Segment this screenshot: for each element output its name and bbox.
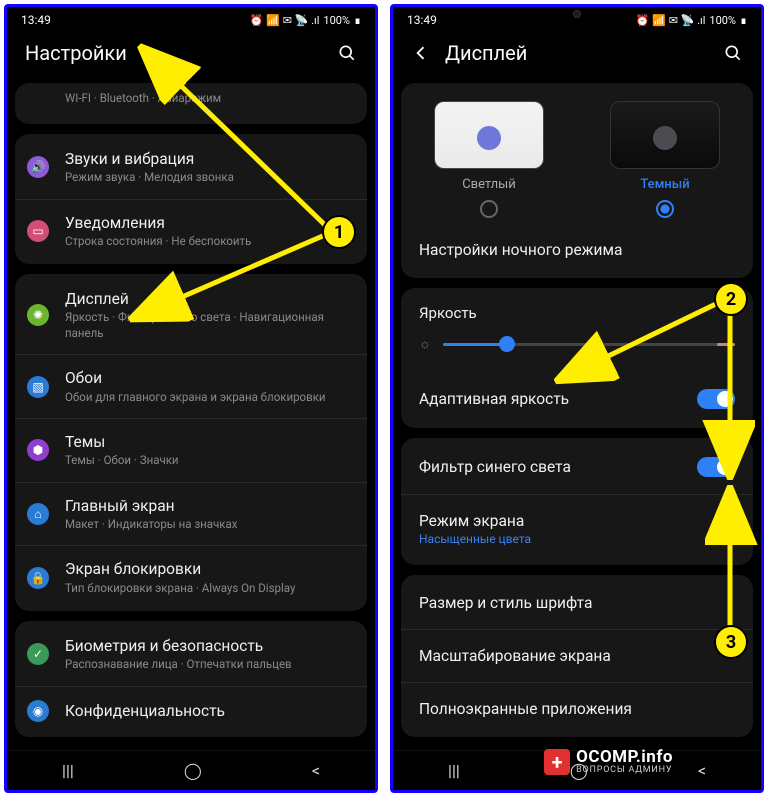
theme-selector: Светлый Темный [401, 85, 753, 224]
item-title: Обои [65, 368, 351, 388]
android-nav-bar: ||| ◯ < [7, 750, 375, 790]
toggle-on-icon[interactable] [697, 457, 735, 477]
phone-display: 13:49 ⏰ 📶 ✉ 📡 .ıl 100% ∎ Дисплей Све [390, 4, 764, 793]
item-title: Биометрия и безопасность [65, 636, 351, 656]
row-title: Настройки ночного режима [419, 241, 735, 259]
item-title: Главный экран [65, 496, 351, 516]
theme-light-option[interactable]: Светлый [411, 101, 567, 218]
item-title: Экран блокировки [65, 559, 351, 579]
status-indicators: ⏰ 📶 ✉ 📡 .ıl 100% ∎ [250, 14, 361, 27]
item-title: Звуки и вибрация [65, 149, 351, 169]
sound-icon: 🔊 [27, 156, 49, 178]
row-sub: Насыщенные цвета [419, 532, 735, 546]
plus-icon: + [544, 749, 570, 775]
home-button[interactable]: ◯ [184, 761, 202, 780]
row-title: Фильтр синего света [419, 458, 571, 476]
notifications-icon: ▭ [27, 220, 49, 242]
theme-dark-label: Темный [640, 177, 689, 192]
watermark: + OCOMP.info ВОПРОСЫ АДМИНУ [544, 749, 673, 775]
item-sub: Распознавание лица · Отпечатки пальцев [65, 657, 351, 673]
row-title: Масштабирование экрана [419, 647, 735, 665]
camera-notch [573, 10, 581, 18]
annotation-badge-2: 2 [714, 282, 748, 316]
annotation-badge-1: 1 [322, 215, 356, 249]
item-sub: Темы · Обои · Значки [65, 453, 351, 469]
status-time: 13:49 [21, 13, 51, 27]
status-time: 13:49 [407, 13, 437, 27]
privacy-icon: ◉ [27, 700, 49, 722]
item-title: Конфиденциальность [65, 701, 351, 721]
back-button[interactable]: < [698, 761, 706, 780]
theme-dark-option[interactable]: Темный [587, 101, 743, 218]
list-item-sounds[interactable]: 🔊 Звуки и вибрация Режим звука · Мелодия… [15, 136, 367, 200]
display-icon: ✺ [27, 304, 49, 326]
row-screen-zoom[interactable]: Масштабирование экрана [401, 630, 753, 683]
row-night-mode[interactable]: Настройки ночного режима [401, 224, 753, 276]
watermark-brand: OCOMP [576, 747, 636, 767]
watermark-suffix: .info [636, 747, 673, 767]
status-bar: 13:49 ⏰ 📶 ✉ 📡 .ıl 100% ∎ [7, 7, 375, 31]
watermark-sub: ВОПРОСЫ АДМИНУ [576, 766, 673, 775]
item-title: Темы [65, 432, 351, 452]
search-icon[interactable] [723, 43, 743, 63]
lock-icon: 🔒 [27, 567, 49, 589]
row-title: Адаптивная яркость [419, 390, 569, 408]
list-item-themes[interactable]: ⬢ Темы Темы · Обои · Значки [15, 419, 367, 483]
themes-icon: ⬢ [27, 439, 49, 461]
back-button[interactable]: < [312, 761, 320, 780]
slider-thumb[interactable] [499, 336, 515, 352]
row-title: Режим экрана [419, 512, 735, 530]
brightness-label: Яркость [419, 304, 735, 322]
theme-dark-preview [610, 101, 720, 169]
page-title: Настройки [25, 41, 323, 65]
row-font-size-style[interactable]: Размер и стиль шрифта [401, 577, 753, 630]
toggle-on-icon[interactable] [697, 389, 735, 409]
row-title: Полноэкранные приложения [419, 700, 735, 718]
item-sub: Режим звука · Мелодия звонка [65, 170, 351, 186]
radio-checked-icon[interactable] [656, 200, 674, 218]
sun-icon: ☼ [419, 336, 431, 352]
wallpaper-icon: ▧ [27, 376, 49, 398]
theme-light-label: Светлый [462, 177, 516, 192]
header: Дисплей [393, 31, 761, 83]
list-item-home[interactable]: ⌂ Главный экран Макет · Индикаторы на зн… [15, 483, 367, 547]
item-title: Дисплей [65, 289, 351, 309]
recents-button[interactable]: ||| [62, 761, 74, 780]
row-fullscreen-apps[interactable]: Полноэкранные приложения [401, 683, 753, 735]
list-item-display[interactable]: ✺ Дисплей Яркость · Фильтр синего света … [15, 276, 367, 355]
list-item-lockscreen[interactable]: 🔒 Экран блокировки Тип блокировки экрана… [15, 546, 367, 609]
list-item-privacy[interactable]: ◉ Конфиденциальность [15, 687, 367, 735]
brightness-section: Яркость ☼ [401, 290, 753, 372]
radio-unchecked-icon[interactable] [480, 200, 498, 218]
item-sub: WI-FI · Bluetooth · Авиарежим [65, 91, 351, 107]
row-title: Размер и стиль шрифта [419, 594, 735, 612]
display-settings[interactable]: Светлый Темный Настройки ночного режима … [393, 83, 761, 750]
status-indicators: ⏰ 📶 ✉ 📡 .ıl 100% ∎ [636, 14, 747, 27]
back-icon[interactable] [411, 43, 431, 63]
row-blue-light-filter[interactable]: Фильтр синего света [401, 440, 753, 495]
recents-button[interactable]: ||| [448, 761, 460, 780]
row-adaptive-brightness[interactable]: Адаптивная яркость [401, 372, 753, 426]
item-title: Уведомления [65, 213, 351, 233]
header: Настройки [7, 31, 375, 83]
item-sub: Макет · Индикаторы на значках [65, 517, 351, 533]
annotation-badge-3: 3 [714, 625, 748, 659]
row-screen-mode[interactable]: Режим экрана Насыщенные цвета [401, 495, 753, 563]
list-item-connections-cutoff[interactable]: WI-FI · Bluetooth · Авиарежим [15, 85, 367, 122]
item-sub: Обои для главного экрана и экрана блокир… [65, 390, 351, 406]
item-sub: Яркость · Фильтр синего света · Навигаци… [65, 310, 351, 341]
search-icon[interactable] [337, 43, 357, 63]
item-sub: Тип блокировки экрана · Always On Displa… [65, 581, 351, 597]
theme-light-preview [434, 101, 544, 169]
settings-list[interactable]: WI-FI · Bluetooth · Авиарежим 🔊 Звуки и … [7, 83, 375, 750]
shield-icon: ✓ [27, 643, 49, 665]
page-title: Дисплей [445, 41, 709, 65]
phone-settings: 13:49 ⏰ 📶 ✉ 📡 .ıl 100% ∎ Настройки WI-FI… [4, 4, 378, 793]
brightness-slider[interactable] [443, 343, 735, 346]
list-item-notifications[interactable]: ▭ Уведомления Строка состояния · Не бесп… [15, 200, 367, 263]
item-sub: Строка состояния · Не беспокоить [65, 234, 351, 250]
list-item-biometrics[interactable]: ✓ Биометрия и безопасность Распознавание… [15, 623, 367, 687]
home-icon: ⌂ [27, 503, 49, 525]
list-item-wallpaper[interactable]: ▧ Обои Обои для главного экрана и экрана… [15, 355, 367, 419]
